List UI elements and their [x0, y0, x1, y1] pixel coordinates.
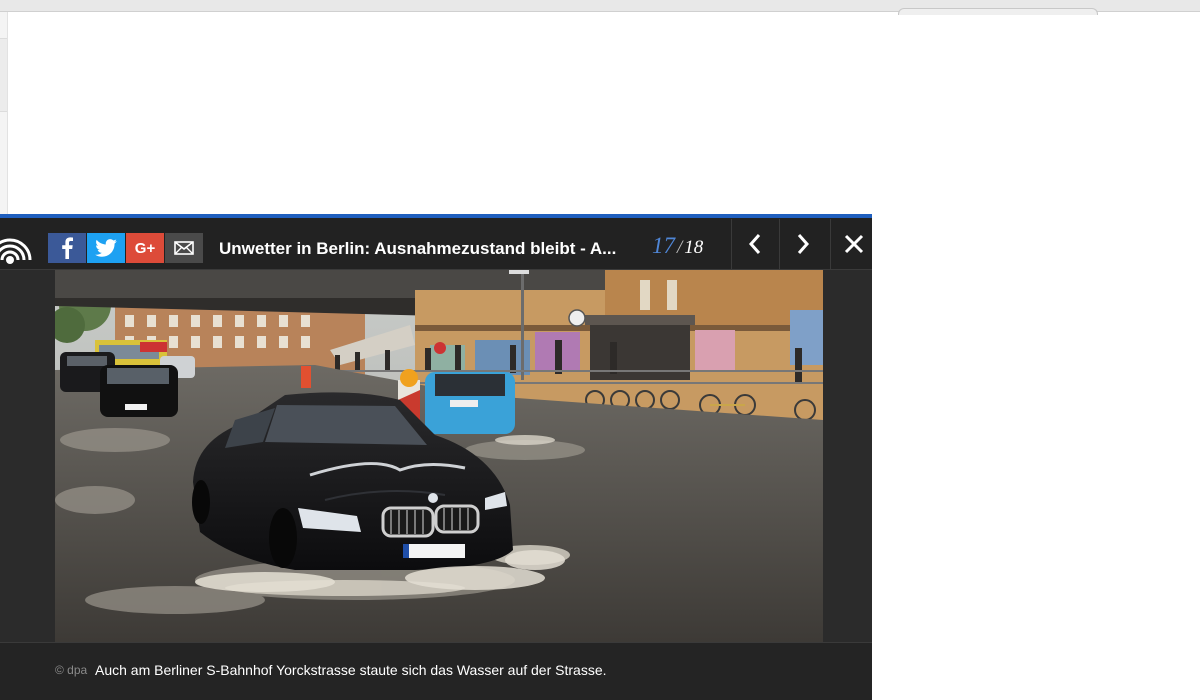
caption-bar: © dpa Auch am Berliner S-Bahnhof Yorckst…	[0, 642, 872, 700]
page-edge-notch	[0, 38, 7, 112]
photo-credit: © dpa	[55, 663, 88, 677]
share-mail-button[interactable]	[165, 233, 203, 263]
googleplus-icon: G+	[134, 239, 156, 257]
facebook-icon	[62, 237, 73, 259]
mail-icon	[174, 241, 194, 255]
share-facebook-button[interactable]	[48, 233, 86, 263]
counter-separator: /	[677, 237, 683, 258]
photo-caption: Auch am Berliner S-Bahnhof Yorckstrasse …	[95, 662, 607, 678]
close-icon	[844, 234, 864, 254]
chevron-right-icon	[797, 234, 810, 254]
share-twitter-button[interactable]	[87, 233, 125, 263]
photo-gallery-overlay: G+ Unwetter in Berlin: Ausnahmezustand b…	[0, 214, 872, 700]
share-googleplus-button[interactable]: G+	[126, 233, 164, 263]
image-counter: 17 / 18	[652, 233, 722, 263]
browser-tab[interactable]	[898, 8, 1098, 15]
gallery-photo	[55, 270, 823, 642]
counter-total: 18	[684, 237, 704, 258]
page-edge	[0, 12, 8, 217]
browser-toolbar	[0, 0, 1200, 15]
close-gallery-button[interactable]	[830, 219, 877, 269]
gallery-title: Unwetter in Berlin: Ausnahmezustand blei…	[219, 239, 617, 258]
twitter-icon	[95, 239, 117, 257]
previous-image-button[interactable]	[731, 219, 778, 269]
next-image-button[interactable]	[779, 219, 826, 269]
radio-signal-icon[interactable]	[0, 234, 34, 270]
chevron-left-icon	[748, 234, 761, 254]
counter-current: 17	[652, 233, 675, 258]
